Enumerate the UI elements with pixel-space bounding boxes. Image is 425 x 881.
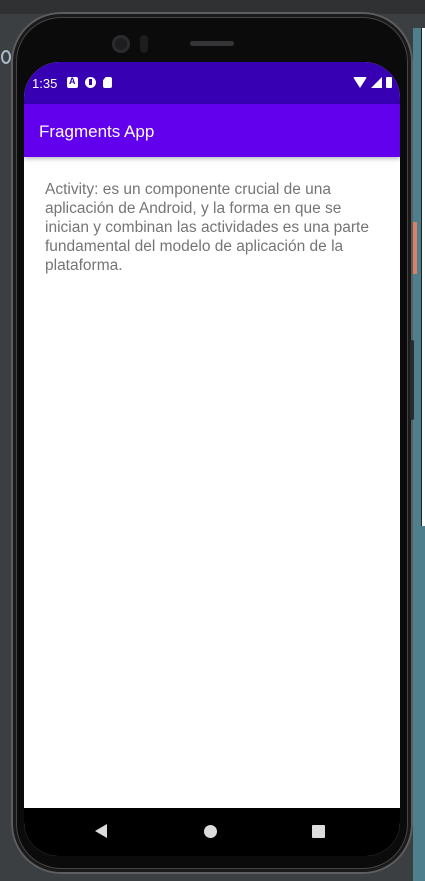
status-time: 1:35: [32, 76, 58, 91]
ide-side-icon[interactable]: [0, 50, 11, 70]
emulator-stage: 1:35 Fragments App Activity: es un compo…: [0, 0, 425, 881]
fragment-text: Activity: es un componente crucial de un…: [45, 181, 369, 274]
recents-icon[interactable]: [312, 825, 325, 838]
home-icon[interactable]: [204, 825, 217, 838]
sd-card-icon: [103, 77, 112, 88]
back-icon[interactable]: [95, 824, 107, 838]
sensor-icon: [140, 35, 148, 53]
navigation-bar: [24, 808, 400, 856]
battery-icon: [386, 77, 392, 88]
status-bar: 1:35: [24, 62, 400, 104]
ide-right-panel-accent: [413, 222, 417, 274]
wifi-icon: [353, 77, 367, 88]
app-title: Fragments App: [39, 122, 155, 141]
circle-notification-icon: [85, 77, 96, 88]
front-camera-icon: [112, 35, 130, 53]
earpiece-speaker: [190, 41, 234, 46]
ide-right-panel-white: [421, 28, 425, 526]
a-notification-icon: [67, 76, 78, 88]
status-notification-icons: [67, 76, 112, 88]
device-screen: 1:35 Fragments App Activity: es un compo…: [24, 62, 400, 856]
app-toolbar: Fragments App: [24, 104, 400, 157]
status-system-icons: [353, 77, 392, 88]
signal-icon: [371, 77, 382, 88]
phone-side-button[interactable]: [410, 340, 414, 420]
